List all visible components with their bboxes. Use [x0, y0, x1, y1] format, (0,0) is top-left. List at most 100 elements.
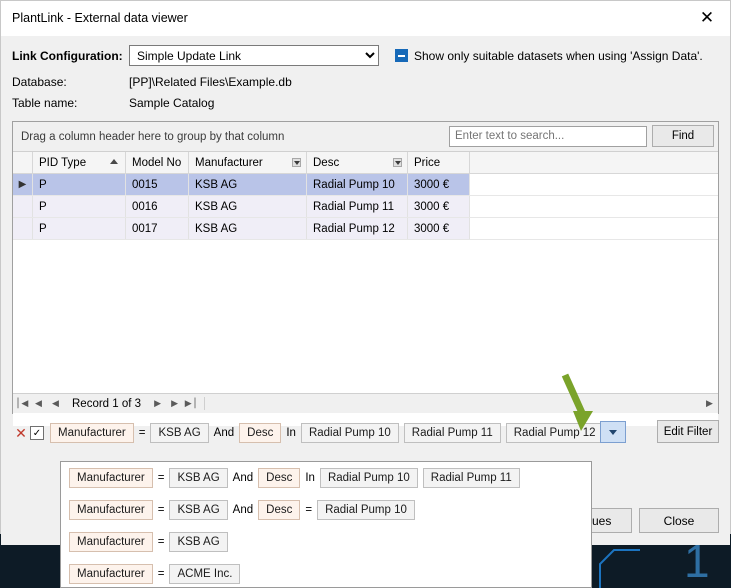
row-indicator: ▶ [13, 174, 33, 195]
suggestion-operator-1: = [157, 472, 165, 484]
cell-pid-type[interactable]: P [33, 174, 126, 195]
filter-field-desc[interactable]: Desc [239, 423, 282, 443]
table-row[interactable]: P 0016 KSB AG Radial Pump 11 3000 € [13, 196, 718, 218]
cell-pid-type[interactable]: P [33, 196, 126, 217]
suitable-datasets-label: Show only suitable datasets when using '… [414, 48, 703, 63]
dialog-window: PlantLink - External data viewer ✕ Link … [0, 0, 731, 545]
cell-model-no[interactable]: 0017 [126, 218, 189, 239]
suggestion-item[interactable]: Manufacturer = KSB AG And Desc = Radial … [61, 494, 591, 526]
suggestion-value-ksb[interactable]: KSB AG [169, 468, 228, 488]
grid-header-row: PID Type Model No Manufacturer Desc Pric… [13, 152, 718, 174]
search-input[interactable] [449, 125, 647, 147]
cell-model-no[interactable]: 0015 [126, 174, 189, 195]
filter-enabled-checkbox[interactable]: ✓ [30, 426, 44, 440]
suggestion-field-desc[interactable]: Desc [258, 468, 301, 488]
filter-value-pump-11[interactable]: Radial Pump 11 [403, 423, 501, 443]
column-header-desc[interactable]: Desc [307, 152, 408, 173]
filter-suggestion-popup[interactable]: Manufacturer = KSB AG And Desc In Radial… [60, 461, 592, 588]
edit-filter-button[interactable]: Edit Filter [657, 420, 719, 443]
suggestion-field-manufacturer[interactable]: Manufacturer [69, 500, 153, 520]
cell-desc[interactable]: Radial Pump 10 [307, 174, 408, 195]
column-header-desc-label: Desc [313, 156, 340, 169]
suggestion-operator-1: = [157, 568, 165, 580]
link-configuration-select[interactable]: Simple Update Link [129, 45, 379, 66]
suggestion-item[interactable]: Manufacturer = KSB AG [61, 526, 591, 558]
title-bar: PlantLink - External data viewer ✕ [1, 1, 730, 36]
cell-price[interactable]: 3000 € [408, 196, 470, 217]
close-icon[interactable]: ✕ [684, 1, 730, 34]
sort-ascending-icon [110, 159, 118, 164]
filter-remove-icon[interactable]: ✕ [12, 425, 30, 442]
cell-manufacturer[interactable]: KSB AG [189, 196, 307, 217]
horizontal-scroll-right-icon[interactable]: ▶ [703, 397, 716, 410]
filter-value-ksb[interactable]: KSB AG [150, 423, 209, 443]
suggestion-value-pump-11[interactable]: Radial Pump 11 [422, 468, 520, 488]
suggestion-item[interactable]: Manufacturer = ACME Inc. [61, 558, 591, 587]
column-header-manufacturer-label: Manufacturer [195, 156, 263, 169]
cell-desc[interactable]: Radial Pump 11 [307, 196, 408, 217]
cell-price[interactable]: 3000 € [408, 174, 470, 195]
group-panel-hint: Drag a column header here to group by th… [21, 130, 285, 143]
nav-prev-button[interactable]: ◀ [47, 395, 64, 412]
chevron-down-icon[interactable] [600, 421, 626, 443]
filter-icon[interactable] [292, 158, 301, 167]
filter-conjunction[interactable]: And [214, 427, 234, 439]
suggestion-field-manufacturer[interactable]: Manufacturer [69, 532, 153, 552]
table-name-label: Table name: [12, 96, 78, 110]
header-indicator-cell [13, 152, 33, 173]
filter-field-manufacturer[interactable]: Manufacturer [50, 423, 134, 443]
grid-body: ▶ P 0015 KSB AG Radial Pump 10 3000 € P … [13, 174, 718, 426]
row-indicator [13, 218, 33, 239]
suggestion-value-ksb[interactable]: KSB AG [169, 500, 228, 520]
grid-group-panel[interactable]: Drag a column header here to group by th… [13, 122, 718, 152]
suggestion-field-desc[interactable]: Desc [258, 500, 301, 520]
cell-manufacturer[interactable]: KSB AG [189, 174, 307, 195]
suggestion-value-acme[interactable]: ACME Inc. [169, 564, 241, 584]
suggestion-operator-2: In [305, 472, 315, 484]
record-position-text: Record 1 of 3 [72, 397, 142, 410]
close-button[interactable]: Close [639, 508, 719, 533]
filter-operator-2[interactable]: In [286, 427, 296, 439]
nav-next-button[interactable]: ▶ [149, 395, 166, 412]
suggestion-conjunction: And [232, 472, 254, 484]
search-area: Find [449, 125, 714, 147]
annotation-arrow-icon [561, 373, 593, 431]
cell-manufacturer[interactable]: KSB AG [189, 218, 307, 239]
column-header-manufacturer[interactable]: Manufacturer [189, 152, 307, 173]
row-indicator [13, 196, 33, 217]
suggestion-value-ksb[interactable]: KSB AG [169, 532, 228, 552]
cell-pid-type[interactable]: P [33, 218, 126, 239]
filter-value-pump-10[interactable]: Radial Pump 10 [300, 423, 399, 443]
suggestion-operator-1: = [157, 536, 165, 548]
database-label: Database: [12, 75, 67, 89]
filter-operator-1[interactable]: = [139, 427, 146, 439]
suitable-datasets-checkbox-wrap[interactable]: Show only suitable datasets when using '… [395, 49, 703, 63]
cell-model-no[interactable]: 0016 [126, 196, 189, 217]
filter-icon[interactable] [393, 158, 402, 167]
find-button[interactable]: Find [652, 125, 714, 147]
suggestion-value-pump-10[interactable]: Radial Pump 10 [317, 500, 415, 520]
record-navigator: ⎪◀ ◀ ◀ Record 1 of 3 ▶ ▶ ▶⎪ ▶ [13, 393, 718, 413]
suggestion-value-pump-10[interactable]: Radial Pump 10 [319, 468, 418, 488]
cell-desc[interactable]: Radial Pump 12 [307, 218, 408, 239]
column-header-model-no[interactable]: Model No [126, 152, 189, 173]
nav-prev-page-button[interactable]: ◀ [30, 395, 47, 412]
suggestion-field-manufacturer[interactable]: Manufacturer [69, 564, 153, 584]
link-configuration-row: Link Configuration: Simple Update Link S… [12, 45, 719, 66]
column-header-price-label: Price [414, 156, 441, 169]
suggestion-conjunction: And [232, 504, 254, 516]
column-header-pid-type-label: PID Type [39, 156, 87, 169]
nav-last-button[interactable]: ▶⎪ [183, 395, 200, 412]
suggestion-field-manufacturer[interactable]: Manufacturer [69, 468, 153, 488]
suggestion-item[interactable]: Manufacturer = KSB AG And Desc In Radial… [61, 462, 591, 494]
nav-next-page-button[interactable]: ▶ [166, 395, 183, 412]
table-row[interactable]: ▶ P 0015 KSB AG Radial Pump 10 3000 € [13, 174, 718, 196]
nav-first-button[interactable]: ⎪◀ [13, 395, 30, 412]
database-row: Database: [PP]\Related Files\Example.db [12, 75, 719, 89]
table-row[interactable]: P 0017 KSB AG Radial Pump 12 3000 € [13, 218, 718, 240]
cell-price[interactable]: 3000 € [408, 218, 470, 239]
suitable-datasets-checkbox[interactable] [395, 49, 408, 62]
column-header-price[interactable]: Price [408, 152, 470, 173]
nav-separator [204, 397, 206, 410]
column-header-pid-type[interactable]: PID Type [33, 152, 126, 173]
